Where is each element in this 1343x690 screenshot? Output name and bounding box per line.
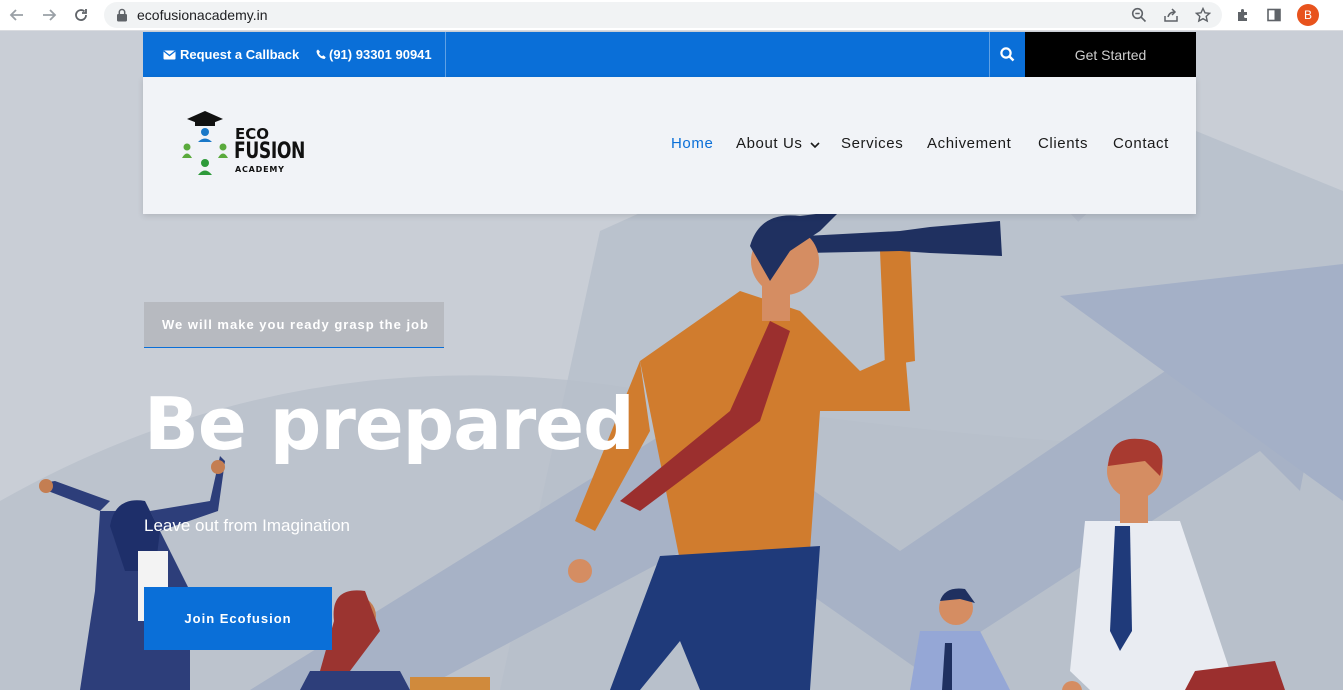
nav-about-us-label: About Us [736,135,803,152]
hero-headline: Be prepared [144,382,635,466]
main-navbar: ECO FUSION ACADEMY Home About Us Service… [143,77,1196,214]
url-text[interactable]: ecofusionacademy.in [137,7,267,23]
lock-icon[interactable] [116,8,128,27]
nav-about-us[interactable]: About Us [736,135,820,153]
zoom-icon[interactable] [1129,6,1149,24]
nav-clients[interactable]: Clients [1038,135,1088,152]
forward-icon[interactable] [37,3,61,27]
extensions-icon[interactable] [1231,3,1255,27]
hero-subline: Leave out from Imagination [144,516,351,535]
back-icon[interactable] [5,3,29,27]
star-icon[interactable] [1193,6,1213,24]
sidepanel-icon[interactable] [1262,3,1286,27]
phone-icon [316,49,326,60]
phone-link[interactable]: (91) 93301 90941 [316,32,432,77]
join-ecofusion-button[interactable]: Join Ecofusion [144,587,332,650]
chevron-down-icon [810,136,820,153]
nav-achivement[interactable]: Achivement [927,135,1011,152]
logo-text-academy: ACADEMY [235,165,285,174]
request-callback-label: Request a Callback [180,47,300,62]
nav-home[interactable]: Home [671,135,713,152]
search-button[interactable] [989,32,1025,77]
search-icon [1000,47,1015,62]
profile-avatar[interactable]: B [1297,4,1319,26]
nav-services[interactable]: Services [841,135,903,152]
logo-text-fusion: FUSION [234,139,306,164]
topbar-divider [445,32,446,77]
get-started-button[interactable]: Get Started [1025,32,1196,77]
request-callback-link[interactable]: Request a Callback [163,32,299,77]
reload-icon[interactable] [69,3,93,27]
envelope-icon [163,49,176,60]
top-contact-bar: Request a Callback (91) 93301 90941 Get … [143,32,1196,77]
phone-label: (91) 93301 90941 [329,47,432,62]
browser-toolbar: ecofusionacademy.in B [0,0,1343,31]
address-bar[interactable]: ecofusionacademy.in [104,2,1222,28]
site-logo[interactable]: ECO FUSION ACADEMY [179,109,306,181]
nav-contact[interactable]: Contact [1113,135,1169,152]
hero-tagline: We will make you ready grasp the job [144,302,444,348]
share-icon[interactable] [1161,6,1181,24]
